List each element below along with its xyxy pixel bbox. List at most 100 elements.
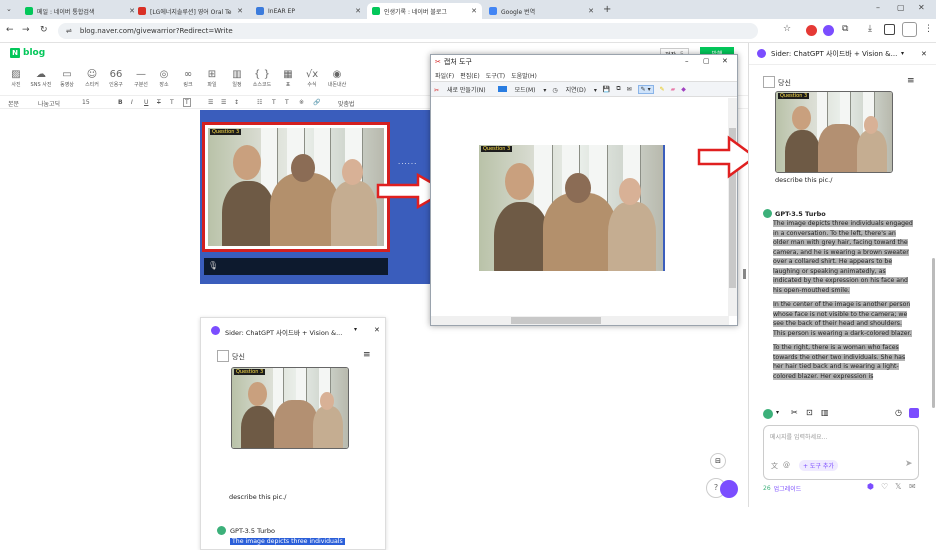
subscript-button[interactable]: T <box>285 99 289 106</box>
bg-color-button[interactable]: T <box>183 98 191 107</box>
message-input[interactable]: 메시지를 입력하세요... <box>763 425 919 480</box>
align-center-button[interactable]: ☰ <box>221 99 226 106</box>
audio-bar[interactable]: 🎙 <box>204 258 388 275</box>
dropdown-icon[interactable]: ▾ <box>901 50 904 57</box>
list-button[interactable]: ☷ <box>257 99 262 106</box>
menu-icon[interactable]: ≡ <box>907 76 915 86</box>
capture-minimize-button[interactable]: – <box>685 57 689 65</box>
capture-title-bar[interactable]: ✂ 캡처 도구 – ▢ ✕ <box>431 55 737 69</box>
paragraph-style-select[interactable]: 본문 <box>8 99 19 108</box>
close-sider-icon[interactable]: ✕ <box>921 50 927 58</box>
tool-link[interactable]: ∞ 링크 <box>177 68 199 88</box>
delay-button[interactable]: ◷ 지연(D) ▾ <box>552 85 596 94</box>
close-mini-sider-icon[interactable]: ✕ <box>374 326 380 334</box>
maximize-button[interactable]: ▢ <box>897 3 905 12</box>
profile-avatar[interactable] <box>902 22 917 37</box>
mode-button[interactable]: 모드(M) ▾ <box>497 85 546 94</box>
tool-photo[interactable]: ▨ 사진 <box>5 68 27 88</box>
scissors-tool-icon[interactable]: ✂ <box>791 408 798 417</box>
pen-icon[interactable]: ✎ ▾ <box>637 84 654 94</box>
menu-file[interactable]: 파일(F) <box>435 71 454 80</box>
new-capture-button[interactable]: ✂ 새로 만들기(N) <box>434 85 492 94</box>
site-info-icon[interactable]: ⇌ <box>66 27 72 35</box>
strike-button[interactable]: T <box>157 99 161 106</box>
align-left-button[interactable]: ☰ <box>208 99 213 106</box>
extensions-puzzle-icon[interactable]: ⧉ <box>842 24 848 34</box>
font-size-select[interactable]: 15 <box>82 99 90 106</box>
horizontal-scrollbar[interactable] <box>431 316 729 325</box>
bold-button[interactable]: B <box>118 99 123 106</box>
tool-place[interactable]: ◎ 장소 <box>153 68 175 88</box>
tab-naver-mail[interactable]: 메일 : 네이버 통합검색 ✕ <box>20 3 140 19</box>
capture-maximize-button[interactable]: ▢ <box>703 57 710 65</box>
forward-icon[interactable]: → <box>22 25 30 35</box>
tab-google-translate[interactable]: Google 번역 ✕ <box>484 3 599 19</box>
vertical-scrollbar[interactable] <box>728 98 737 316</box>
x-social-icon[interactable]: 𝕏 <box>895 482 901 491</box>
more-menu-icon[interactable]: ⋮ <box>924 24 933 34</box>
new-chat-icon[interactable] <box>909 408 919 418</box>
model-dropdown-icon[interactable]: ▾ <box>776 409 779 416</box>
tab-naver-blog[interactable]: 인생기록 : 네이버 블로그 ✕ <box>367 3 482 19</box>
save-icon[interactable]: 💾 <box>603 86 610 93</box>
highlighter-icon[interactable]: ✎ <box>660 86 665 93</box>
answer-scrollbar[interactable] <box>932 258 935 408</box>
tool-table[interactable]: ▦ 표 <box>277 68 299 88</box>
tab-close-icon[interactable]: ✕ <box>588 7 594 15</box>
back-icon[interactable]: ← <box>6 25 14 35</box>
tool-my-money[interactable]: ◉ 내돈내산 <box>326 68 348 88</box>
tool-sns-photo[interactable]: ☁ SNS 사진 <box>30 68 52 88</box>
eraser-icon[interactable]: ▰ <box>671 86 676 93</box>
font-select[interactable]: 나눔고딕 <box>38 99 60 108</box>
copy-icon[interactable]: ⧉ <box>616 85 620 93</box>
book-icon[interactable]: ▥ <box>821 408 829 417</box>
mini-attached-photo[interactable]: Question 3 <box>231 367 349 449</box>
history-icon[interactable]: ◷ <box>895 408 902 417</box>
tab-inear[interactable]: InEAR EP ✕ <box>251 3 366 19</box>
sider-title[interactable]: Sider: ChatGPT 사이드바 + Vision &... <box>771 49 897 59</box>
tab-search-icon[interactable]: ⌄ <box>6 5 12 13</box>
tool-file[interactable]: ⊞ 파일 <box>201 68 223 88</box>
tab-close-icon[interactable]: ✕ <box>355 7 361 15</box>
line-spacing-button[interactable]: ↕ <box>234 99 239 106</box>
gift-icon[interactable]: ⬢ <box>867 482 874 491</box>
url-input[interactable]: ⇌ blog.naver.com/givewarrior?Redirect=Wr… <box>58 23 758 39</box>
attached-photo[interactable]: Question 3 <box>775 91 893 173</box>
image-upload-icon[interactable]: ⊡ <box>806 408 813 417</box>
capture-canvas[interactable]: Question 3 <box>431 98 729 316</box>
text-color-button[interactable]: T <box>170 99 174 106</box>
italic-button[interactable]: I <box>131 99 133 106</box>
menu-help[interactable]: 도움말(H) <box>511 71 537 80</box>
paint3d-icon[interactable]: ◆ <box>681 86 686 93</box>
special-char-button[interactable]: ※ <box>299 99 304 106</box>
spellcheck-button[interactable]: 맞춤법 <box>338 99 355 108</box>
tool-formula[interactable]: √x 수식 <box>301 68 323 88</box>
model-switch-icon[interactable] <box>763 409 773 419</box>
dropdown-icon[interactable]: ▾ <box>354 326 357 333</box>
minimize-button[interactable]: – <box>876 3 880 12</box>
capture-close-button[interactable]: ✕ <box>722 57 728 65</box>
link-button[interactable]: 🔗 <box>313 99 320 106</box>
sidepanel-icon[interactable] <box>884 24 895 35</box>
heart-icon[interactable]: ♡ <box>881 482 888 491</box>
mini-sider-header[interactable]: Sider: ChatGPT 사이드바 + Vision &... <box>225 327 342 337</box>
menu-edit[interactable]: 편집(E) <box>460 71 480 80</box>
tab-close-icon[interactable]: ✕ <box>237 7 243 15</box>
sider-extension-icon[interactable] <box>823 25 834 36</box>
tool-sticker[interactable]: ☺ 스티커 <box>81 68 103 88</box>
resize-handle[interactable] <box>743 269 746 279</box>
superscript-button[interactable]: T <box>272 99 276 106</box>
mention-icon[interactable]: @ <box>783 461 790 469</box>
tool-schedule[interactable]: ▥ 일정 <box>226 68 248 88</box>
extension-red-icon[interactable] <box>806 25 817 36</box>
send-icon[interactable]: ✉ <box>627 86 632 93</box>
post-photo[interactable]: Question 3 <box>208 128 384 246</box>
reload-icon[interactable]: ↻ <box>40 25 48 35</box>
bookmark-star-icon[interactable]: ☆ <box>783 24 791 34</box>
mail-icon[interactable]: ✉ <box>909 482 916 491</box>
sider-floating-icon[interactable] <box>720 480 738 498</box>
upgrade-badge[interactable]: 26 업그레이드 <box>763 484 801 493</box>
menu-icon[interactable]: ≡ <box>363 350 371 360</box>
tool-source-code[interactable]: { } 소스코드 <box>251 68 273 88</box>
add-tool-button[interactable]: + 도구 추가 <box>799 460 838 471</box>
